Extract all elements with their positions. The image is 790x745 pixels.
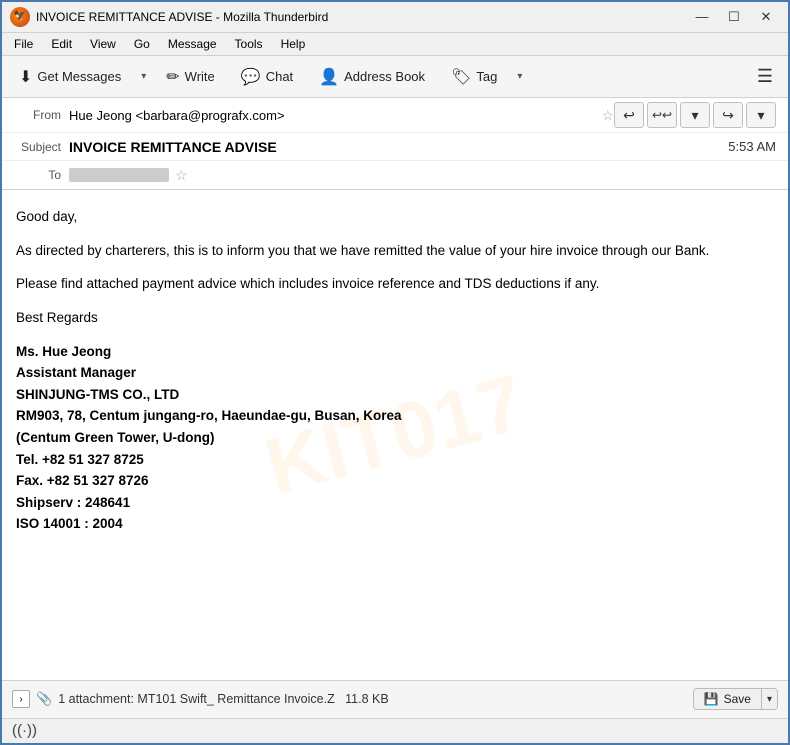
email-time: 5:53 AM xyxy=(708,139,776,154)
chat-button[interactable]: 💬 Chat xyxy=(230,60,304,94)
to-row: To ☆ xyxy=(2,161,788,189)
get-messages-icon: ⬇ xyxy=(19,67,32,87)
close-button[interactable]: ✕ xyxy=(752,6,780,28)
tag-dropdown[interactable]: ▾ xyxy=(512,60,527,94)
toolbar-menu-button[interactable]: ☰ xyxy=(748,60,782,94)
to-star-icon[interactable]: ☆ xyxy=(175,167,188,184)
wifi-icon: ((·)) xyxy=(12,722,37,739)
from-row: From Hue Jeong <barbara@prografx.com> ☆ … xyxy=(2,98,788,133)
menu-file[interactable]: File xyxy=(6,35,41,53)
get-messages-button[interactable]: ⬇ Get Messages xyxy=(8,60,132,94)
from-label: From xyxy=(14,108,69,122)
write-button[interactable]: ✏ Write xyxy=(155,60,226,94)
body-para1: As directed by charterers, this is to in… xyxy=(16,240,774,262)
to-label: To xyxy=(14,168,69,182)
body-greeting: Good day, xyxy=(16,206,774,228)
attachment-info: 1 attachment: MT101 Swift_ Remittance In… xyxy=(58,692,686,706)
address-book-label: Address Book xyxy=(344,69,425,84)
attachment-bar: › 📎 1 attachment: MT101 Swift_ Remittanc… xyxy=(2,680,788,718)
email-header: From Hue Jeong <barbara@prografx.com> ☆ … xyxy=(2,98,788,190)
sig-address: RM903, 78, Centum jungang-ro, Haeundae-g… xyxy=(16,408,402,423)
window-title: INVOICE REMITTANCE ADVISE - Mozilla Thun… xyxy=(36,10,328,24)
attachment-size: 11.8 KB xyxy=(345,692,389,706)
sig-company: SHINJUNG-TMS CO., LTD xyxy=(16,387,179,402)
maximize-button[interactable]: ☐ xyxy=(720,6,748,28)
attachment-filename: MT101 Swift_ Remittance Invoice.Z xyxy=(137,692,334,706)
reply-button[interactable]: ↩ xyxy=(614,102,644,128)
reply-down-button[interactable]: ▾ xyxy=(680,102,710,128)
sig-title: Assistant Manager xyxy=(16,365,136,380)
save-disk-icon: 💾 xyxy=(704,692,719,706)
get-messages-label: Get Messages xyxy=(37,69,121,84)
from-value: Hue Jeong <barbara@prografx.com> xyxy=(69,108,595,123)
titlebar: 🦅 INVOICE REMITTANCE ADVISE - Mozilla Th… xyxy=(2,2,788,33)
get-messages-dropdown[interactable]: ▾ xyxy=(136,60,151,94)
app-logo: 🦅 xyxy=(10,7,30,27)
paperclip-icon: 📎 xyxy=(36,691,52,707)
body-regards: Best Regards xyxy=(16,307,774,329)
attachment-expand-button[interactable]: › xyxy=(12,690,30,708)
address-book-button[interactable]: 👤 Address Book xyxy=(308,60,436,94)
menu-message[interactable]: Message xyxy=(160,35,225,53)
menu-help[interactable]: Help xyxy=(273,35,314,53)
sig-building: (Centum Green Tower, U-dong) xyxy=(16,430,215,445)
address-book-icon: 👤 xyxy=(319,67,339,87)
sig-iso: ISO 14001 : 2004 xyxy=(16,516,123,531)
statusbar: ((·)) xyxy=(2,718,788,743)
chat-icon: 💬 xyxy=(241,67,261,87)
save-label: Save xyxy=(724,692,751,706)
sig-name: Ms. Hue Jeong xyxy=(16,344,111,359)
sig-tel: Tel. +82 51 327 8725 xyxy=(16,452,144,467)
subject-label: Subject xyxy=(14,140,69,154)
save-button[interactable]: 💾 Save xyxy=(694,689,761,709)
subject-value: INVOICE REMITTANCE ADVISE xyxy=(69,139,708,155)
from-star-icon[interactable]: ☆ xyxy=(601,107,614,124)
sig-fax: Fax. +82 51 327 8726 xyxy=(16,473,149,488)
write-label: Write xyxy=(185,69,215,84)
sig-shipserv: Shipserv : 248641 xyxy=(16,495,130,510)
menubar: File Edit View Go Message Tools Help xyxy=(2,33,788,56)
chat-label: Chat xyxy=(266,69,293,84)
tag-label: Tag xyxy=(476,69,497,84)
main-content: From Hue Jeong <barbara@prografx.com> ☆ … xyxy=(2,98,788,718)
menu-view[interactable]: View xyxy=(82,35,124,53)
save-dropdown-button[interactable]: ▾ xyxy=(761,689,777,709)
app-window: 🦅 INVOICE REMITTANCE ADVISE - Mozilla Th… xyxy=(0,0,790,745)
forward-button[interactable]: ↪ xyxy=(713,102,743,128)
window-controls: — ☐ ✕ xyxy=(688,6,780,28)
titlebar-left: 🦅 INVOICE REMITTANCE ADVISE - Mozilla Th… xyxy=(10,7,328,27)
email-body-content: Good day, As directed by charterers, thi… xyxy=(16,206,774,535)
minimize-button[interactable]: — xyxy=(688,6,716,28)
more-button[interactable]: ▾ xyxy=(746,102,776,128)
attachment-count: 1 attachment: xyxy=(58,692,134,706)
email-body: KIT017 Good day, As directed by chartere… xyxy=(2,190,788,680)
tag-icon: 🏷 xyxy=(451,67,471,87)
reply-all-button[interactable]: ↩↩ xyxy=(647,102,677,128)
write-icon: ✏ xyxy=(166,67,179,87)
to-value-blurred xyxy=(69,168,169,182)
toolbar: ⬇ Get Messages ▾ ✏ Write 💬 Chat 👤 Addres… xyxy=(2,56,788,98)
signature: Ms. Hue Jeong Assistant Manager SHINJUNG… xyxy=(16,341,774,535)
menu-tools[interactable]: Tools xyxy=(227,35,271,53)
save-btn-group: 💾 Save ▾ xyxy=(693,688,778,710)
subject-row: Subject INVOICE REMITTANCE ADVISE 5:53 A… xyxy=(2,133,788,161)
menu-go[interactable]: Go xyxy=(126,35,158,53)
menu-edit[interactable]: Edit xyxy=(43,35,80,53)
tag-button[interactable]: 🏷 Tag xyxy=(440,60,508,94)
reply-toolbar: ↩ ↩↩ ▾ ↪ ▾ xyxy=(614,102,776,128)
body-para2: Please find attached payment advice whic… xyxy=(16,273,774,295)
